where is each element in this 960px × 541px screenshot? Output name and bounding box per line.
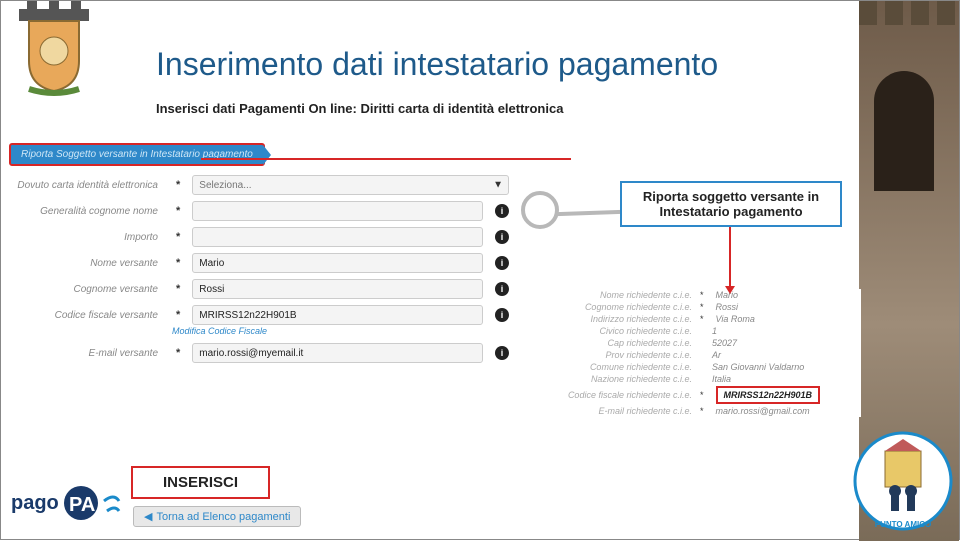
- label-nome: Nome versante: [9, 258, 164, 269]
- payer-form: Riporta Soggetto versante in Intestatari…: [9, 143, 509, 366]
- select-dovuto[interactable]: [192, 175, 509, 195]
- label-generalita: Generalità cognome nome: [9, 206, 164, 217]
- input-generalita[interactable]: [192, 201, 483, 221]
- link-modifica-cf[interactable]: Modifica Codice Fiscale: [172, 326, 509, 336]
- magnifier-icon: [521, 191, 559, 229]
- label-cf: Codice fiscale versante: [9, 310, 164, 321]
- input-nome[interactable]: [192, 253, 483, 273]
- applicant-details: Nome richiedente c.i.e.*Mario Cognome ri…: [541, 289, 861, 417]
- svg-text:PUNTO AMICO: PUNTO AMICO: [875, 520, 931, 529]
- label-email: E-mail versante: [9, 348, 164, 359]
- chevron-down-icon: ▼: [493, 180, 503, 191]
- arrow-left-icon: ◀: [144, 510, 152, 523]
- info-icon[interactable]: i: [495, 256, 509, 270]
- row-generalita: Generalità cognome nome * i: [9, 198, 509, 224]
- copy-payer-ribbon[interactable]: Riporta Soggetto versante in Intestatari…: [9, 143, 265, 166]
- cf-highlight: MRIRSS12n22H901B: [716, 386, 821, 404]
- callout-box: Riporta soggetto versante in Intestatari…: [620, 181, 842, 227]
- connector-line: [201, 158, 571, 160]
- input-cf[interactable]: [192, 305, 483, 325]
- input-email[interactable]: [192, 343, 483, 363]
- insert-button[interactable]: INSERISCI: [131, 466, 270, 499]
- info-icon[interactable]: i: [495, 230, 509, 244]
- label-dovuto: Dovuto carta identità elettronica: [9, 180, 164, 191]
- svg-text:PA: PA: [69, 494, 95, 516]
- tower-merlon: [859, 1, 959, 25]
- row-cognome: Cognome versante * i: [9, 276, 509, 302]
- info-icon[interactable]: i: [495, 346, 509, 360]
- row-cf: Codice fiscale versante * i: [9, 302, 509, 328]
- page-subtitle: Inserisci dati Pagamenti On line: Diritt…: [156, 101, 563, 116]
- input-cognome[interactable]: [192, 279, 483, 299]
- back-button[interactable]: ◀ Torna ad Elenco pagamenti: [133, 506, 301, 527]
- callout-line1: Riporta soggetto versante in: [630, 189, 832, 204]
- municipal-crest: [9, 1, 99, 101]
- punto-amico-logo: PUNTO AMICO: [853, 431, 953, 531]
- tower-arch: [874, 71, 934, 191]
- info-icon[interactable]: i: [495, 282, 509, 296]
- row-dovuto: Dovuto carta identità elettronica * ▼: [9, 172, 509, 198]
- label-cognome: Cognome versante: [9, 284, 164, 295]
- svg-text:pago: pago: [11, 492, 59, 514]
- back-label: Torna ad Elenco pagamenti: [156, 511, 290, 523]
- info-icon[interactable]: i: [495, 204, 509, 218]
- pagopa-logo: pago PA: [9, 481, 124, 536]
- required-mark: *: [172, 179, 184, 191]
- callout-line2: Intestatario pagamento: [630, 204, 832, 219]
- row-email: E-mail versante * i: [9, 340, 509, 366]
- input-importo[interactable]: [192, 227, 483, 247]
- row-importo: Importo * i: [9, 224, 509, 250]
- info-icon[interactable]: i: [495, 308, 509, 322]
- row-nome: Nome versante * i: [9, 250, 509, 276]
- label-importo: Importo: [9, 232, 164, 243]
- slide: Inserimento dati intestatario pagamento …: [0, 0, 960, 540]
- page-title: Inserimento dati intestatario pagamento: [156, 46, 718, 83]
